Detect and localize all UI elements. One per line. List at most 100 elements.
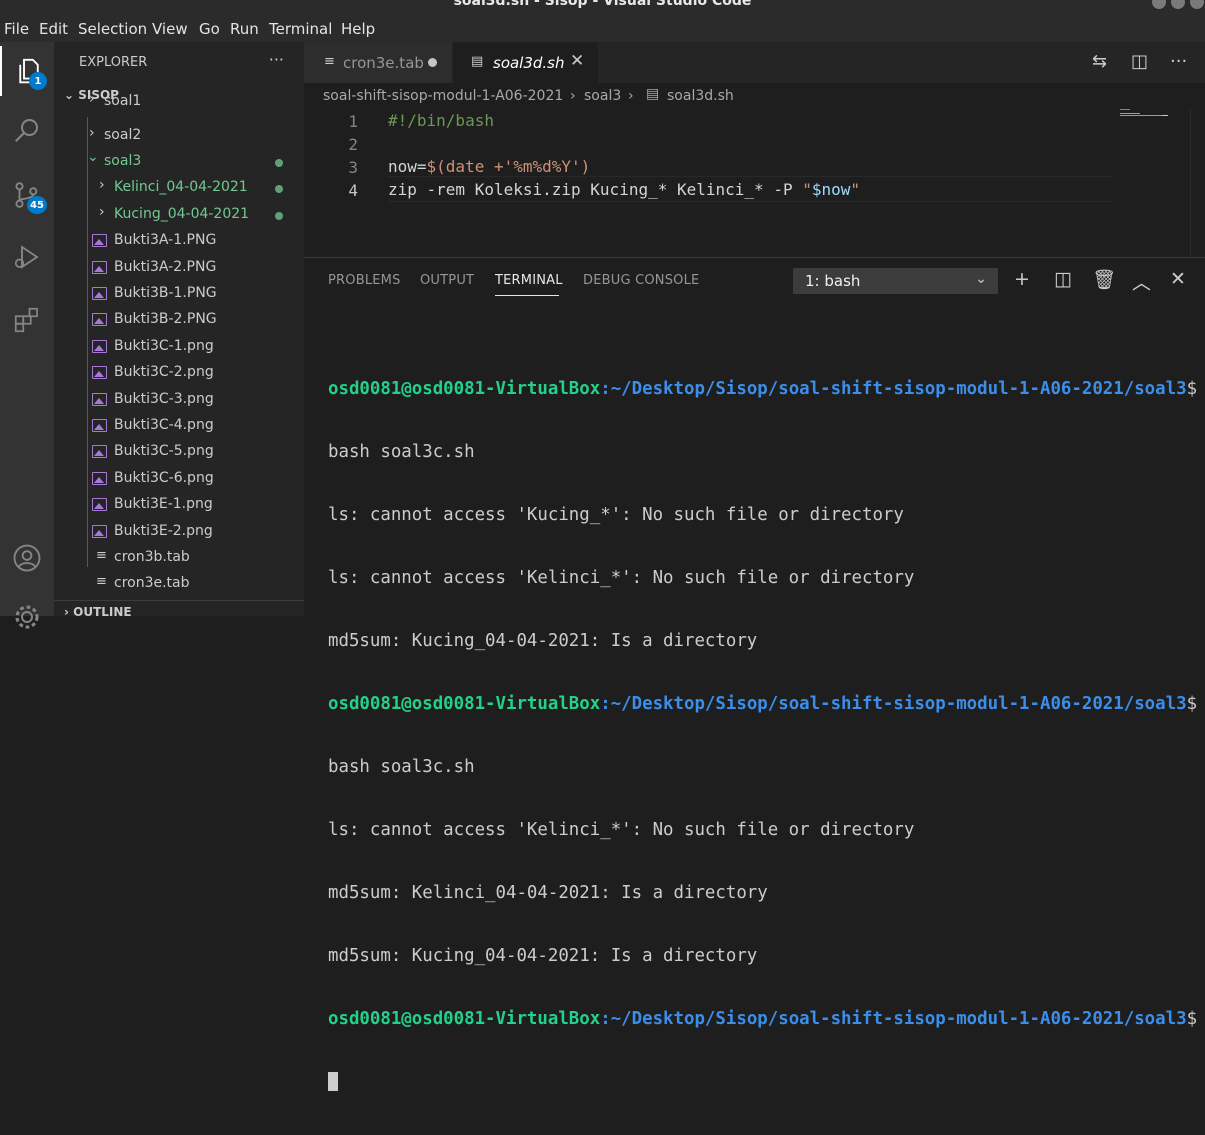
tab-terminal[interactable]: TERMINAL — [495, 273, 563, 288]
tree-folder-kucing[interactable]: › Kucing_04-04-2021 — [54, 202, 304, 228]
code-line-4: zip -rem Koleksi.zip Kucing_* Kelinci_* … — [388, 180, 860, 199]
maximize-panel-icon[interactable]: ︿ — [1132, 268, 1151, 295]
code-string: " — [850, 180, 861, 199]
minimap[interactable] — [1120, 109, 1195, 257]
tab-label: cron3e.tab — [343, 54, 424, 72]
terminal-line: osd0081@osd0081-VirtualBox:~/Desktop/Sis… — [328, 379, 1197, 400]
text-file-icon: ≡ — [96, 548, 107, 563]
prompt-path: :~/Desktop/Sisop/soal-shift-sisop-modul-… — [600, 379, 1187, 399]
text-file-icon: ▤ — [471, 54, 484, 69]
bottom-panel: PROBLEMS OUTPUT TERMINAL DEBUG CONSOLE 1… — [304, 257, 1205, 1091]
terminal-select[interactable]: 1: bash ⌄ — [793, 268, 998, 294]
image-file-icon — [92, 287, 107, 300]
tree-file[interactable]: Bukti3C-1.png — [54, 334, 304, 360]
close-panel-icon[interactable]: ✕ — [1170, 268, 1186, 290]
tree-folder-soal3[interactable]: ⌄ soal3 — [54, 149, 304, 175]
extensions-icon — [14, 307, 38, 333]
tab-soal3d[interactable]: ▤ soal3d.sh ✕ — [453, 42, 598, 83]
tree-file[interactable]: ≡ cron3e.tab — [54, 571, 304, 597]
tree-file[interactable]: Bukti3C-5.png — [54, 439, 304, 465]
menu-view[interactable]: View — [152, 20, 188, 38]
terminal-line: md5sum: Kucing_04-04-2021: Is a director… — [328, 946, 758, 966]
tree-item-label: Bukti3C-4.png — [114, 417, 214, 433]
tab-label: soal3d.sh — [493, 54, 565, 72]
tree-file[interactable]: Bukti3B-1.PNG — [54, 281, 304, 307]
tree-folder-soal2[interactable]: › soal2 — [54, 123, 304, 149]
tab-debug-console[interactable]: DEBUG CONSOLE — [583, 273, 699, 288]
tree-file[interactable]: Bukti3C-4.png — [54, 413, 304, 439]
tree-file[interactable]: Bukti3A-1.PNG — [54, 228, 304, 254]
text-file-icon: ≡ — [96, 574, 107, 589]
code-variable: $now — [811, 180, 851, 199]
tree-file[interactable]: Bukti3C-2.png — [54, 360, 304, 386]
line-number: 1 — [348, 112, 358, 131]
menu-selection[interactable]: Selection — [78, 20, 147, 38]
terminal-line: bash soal3c.sh — [328, 757, 475, 777]
accounts-activity[interactable] — [0, 533, 54, 583]
image-file-icon — [92, 366, 107, 379]
editor-tabs: ≡ cron3e.tab ▤ soal3d.sh ✕ ⇆ ◫ ··· — [304, 42, 1205, 83]
chevron-right-icon: › — [64, 605, 74, 616]
code-string: $(date +'%m%d%Y') — [426, 157, 591, 176]
tree-folder-soal1[interactable]: › soal1 — [54, 89, 304, 115]
source-control-activity[interactable]: 45 — [0, 170, 54, 220]
trash-icon[interactable]: 🗑 — [1092, 268, 1116, 291]
close-icon[interactable]: ✕ — [570, 51, 584, 71]
more-actions-icon[interactable]: ··· — [269, 50, 284, 69]
prompt-user: osd0081@osd0081-VirtualBox — [328, 1009, 601, 1029]
modified-dot — [275, 212, 283, 220]
terminal-line: ls: cannot access 'Kelinci_*': No such f… — [328, 568, 915, 588]
manage-activity[interactable] — [0, 592, 54, 642]
menu-run[interactable]: Run — [230, 20, 259, 38]
prompt-path: :~/Desktop/Sisop/soal-shift-sisop-modul-… — [600, 694, 1187, 714]
run-debug-activity[interactable] — [0, 232, 54, 282]
image-file-icon — [92, 525, 107, 538]
breadcrumb-item[interactable]: soal3d.sh — [667, 88, 734, 104]
chevron-right-icon: › — [89, 91, 95, 107]
scm-badge: 45 — [27, 196, 47, 214]
tree-item-label: soal2 — [104, 127, 142, 143]
line-number: 4 — [348, 181, 358, 200]
menu-terminal[interactable]: Terminal — [269, 20, 332, 38]
tree-file[interactable]: ≡ cron3b.tab — [54, 545, 304, 571]
menu-file[interactable]: File — [4, 20, 29, 38]
extensions-activity[interactable] — [0, 295, 54, 345]
split-terminal-icon[interactable]: ◫ — [1054, 268, 1072, 290]
code-editor[interactable]: 1 2 3 4 #!/bin/bash now=$(date +'%m%d%Y'… — [304, 109, 1205, 257]
more-actions-icon[interactable]: ··· — [1170, 51, 1187, 72]
image-file-icon — [92, 419, 107, 432]
terminal-line: ls: cannot access 'Kucing_*': No such fi… — [328, 505, 904, 525]
explorer-activity[interactable]: 1 — [0, 46, 56, 96]
menu-bar: File Edit Selection View Go Run Terminal… — [0, 12, 1205, 42]
editor-scrollbar[interactable] — [1190, 109, 1205, 257]
terminal-select-value: 1: bash — [805, 272, 861, 290]
unsaved-dot-icon[interactable] — [428, 58, 437, 67]
search-activity[interactable] — [0, 105, 54, 155]
tree-file[interactable]: Bukti3B-2.PNG — [54, 307, 304, 333]
code-token: now= — [388, 157, 427, 176]
open-changes-icon[interactable]: ⇆ — [1092, 51, 1107, 72]
tab-output[interactable]: OUTPUT — [420, 273, 474, 288]
breadcrumb-item[interactable]: soal-shift-sisop-modul-1-A06-2021 — [323, 88, 563, 104]
tab-cron3e[interactable]: ≡ cron3e.tab — [304, 42, 452, 83]
tree-file[interactable]: Bukti3E-1.png — [54, 492, 304, 518]
split-editor-icon[interactable]: ◫ — [1131, 51, 1148, 72]
tree-item-label: Bukti3B-2.PNG — [114, 311, 217, 327]
chevron-right-icon: › — [99, 204, 105, 220]
chevron-down-icon: ⌄ — [87, 149, 99, 165]
tree-file[interactable]: Bukti3C-3.png — [54, 387, 304, 413]
menu-go[interactable]: Go — [199, 20, 220, 38]
breadcrumb-item[interactable]: soal3 — [584, 88, 621, 104]
tab-problems[interactable]: PROBLEMS — [328, 273, 401, 288]
tree-file[interactable]: Bukti3C-6.png — [54, 466, 304, 492]
tree-item-label: Bukti3E-2.png — [114, 523, 213, 539]
terminal-output[interactable]: osd0081@osd0081-VirtualBox :~/Desktop/Sis… — [328, 337, 1197, 1135]
menu-help[interactable]: Help — [341, 20, 375, 38]
code-string: " — [802, 180, 812, 199]
tree-folder-kelinci[interactable]: › Kelinci_04-04-2021 — [54, 175, 304, 201]
outline-section[interactable]: › OUTLINE — [64, 605, 132, 616]
menu-edit[interactable]: Edit — [39, 20, 68, 38]
tree-file[interactable]: Bukti3E-2.png — [54, 519, 304, 545]
new-terminal-icon[interactable]: + — [1014, 268, 1030, 290]
tree-file[interactable]: Bukti3A-2.PNG — [54, 255, 304, 281]
